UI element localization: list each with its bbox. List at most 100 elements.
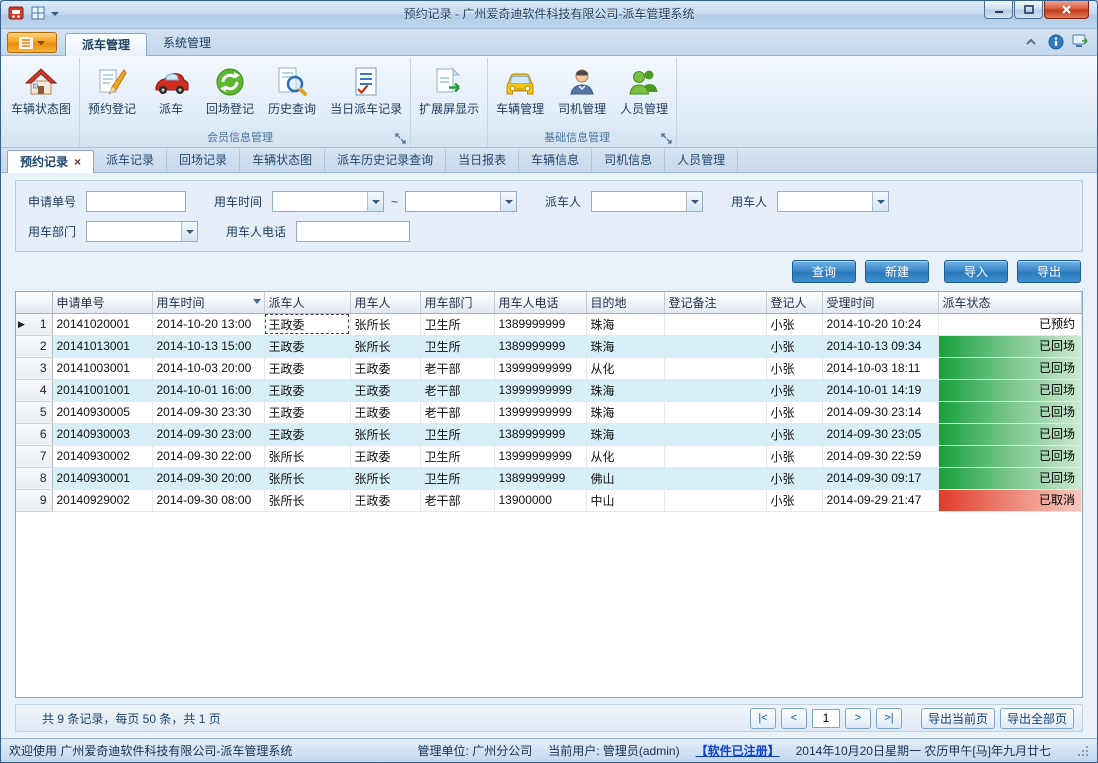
tab-driver-info[interactable]: 司机信息 bbox=[592, 149, 665, 172]
export-all-pages-button[interactable]: 导出全部页 bbox=[1000, 708, 1074, 729]
chevron-down-icon[interactable] bbox=[181, 222, 197, 241]
info-icon[interactable] bbox=[1047, 33, 1064, 50]
ribbon-group-label: 会员信息管理 bbox=[81, 130, 409, 147]
request-no-input[interactable] bbox=[86, 191, 186, 212]
focused-cell[interactable]: 王政委 bbox=[264, 313, 350, 335]
dialog-launcher-icon[interactable] bbox=[395, 133, 407, 145]
department-combo[interactable] bbox=[86, 221, 198, 242]
column-header-remark[interactable]: 登记备注 bbox=[664, 292, 766, 313]
next-page-button[interactable]: > bbox=[845, 708, 871, 729]
vehicle-management-button[interactable]: 车辆管理 bbox=[489, 58, 551, 130]
tab-reservation-records[interactable]: 预约记录 × bbox=[7, 150, 94, 173]
page-number-input[interactable] bbox=[812, 709, 840, 728]
today-dispatch-records-button[interactable]: 当日派车记录 bbox=[323, 58, 409, 130]
use-time-from-combo[interactable] bbox=[272, 191, 384, 212]
ribbon-collapse-icon[interactable] bbox=[1022, 33, 1039, 50]
chevron-down-icon[interactable] bbox=[500, 192, 516, 211]
driver-management-button[interactable]: 司机管理 bbox=[551, 58, 613, 130]
filter-dropdown-icon[interactable] bbox=[253, 299, 261, 304]
vehicle-status-chart-button[interactable]: 车辆状态图 bbox=[4, 58, 78, 130]
tab-return-records[interactable]: 回场记录 bbox=[167, 149, 240, 172]
status-badge: 已回场 bbox=[939, 446, 1082, 467]
dialog-launcher-icon[interactable] bbox=[661, 133, 673, 145]
extended-screen-button[interactable]: 扩展屏显示 bbox=[412, 58, 486, 130]
column-header-request-no[interactable]: 申请单号 bbox=[52, 292, 152, 313]
chevron-down-icon[interactable] bbox=[367, 192, 383, 211]
table-row[interactable]: 2 20141013001 2014-10-13 15:00 王政委 张所长 卫… bbox=[16, 335, 1082, 357]
tab-personnel-management[interactable]: 人员管理 bbox=[665, 149, 738, 172]
document-tab-bar: 预约记录 × 派车记录 回场记录 车辆状态图 派车历史记录查询 当日报表 车辆信… bbox=[1, 148, 1097, 173]
screen-switch-icon[interactable] bbox=[1072, 33, 1089, 50]
ribbon-tab-dispatch-management[interactable]: 派车管理 bbox=[65, 33, 147, 56]
user-label: 用车人 bbox=[731, 193, 767, 210]
pencil-icon bbox=[95, 62, 129, 102]
table-row[interactable]: 5 20140930005 2014-09-30 23:30 王政委 王政委 老… bbox=[16, 401, 1082, 423]
user-phone-input[interactable] bbox=[296, 221, 410, 242]
history-query-button[interactable]: 历史查询 bbox=[261, 58, 323, 130]
table-row[interactable]: 8 20140930001 2014-09-30 20:00 张所长 张所长 卫… bbox=[16, 467, 1082, 489]
request-no-label: 申请单号 bbox=[28, 193, 76, 210]
minimize-button[interactable] bbox=[984, 1, 1013, 19]
tab-daily-report[interactable]: 当日报表 bbox=[446, 149, 519, 172]
column-header-dispatch-status[interactable]: 派车状态 bbox=[938, 292, 1082, 313]
application-menu-button[interactable] bbox=[7, 32, 57, 53]
chevron-down-icon[interactable] bbox=[872, 192, 888, 211]
column-header-user-phone[interactable]: 用车人电话 bbox=[494, 292, 586, 313]
first-page-button[interactable]: |< bbox=[750, 708, 776, 729]
close-tab-icon[interactable]: × bbox=[74, 151, 81, 173]
department-label: 用车部门 bbox=[28, 223, 76, 240]
tab-dispatch-history-query[interactable]: 派车历史记录查询 bbox=[325, 149, 446, 172]
column-header-department[interactable]: 用车部门 bbox=[420, 292, 494, 313]
user-combo[interactable] bbox=[777, 191, 889, 212]
use-time-to-combo[interactable] bbox=[405, 191, 517, 212]
column-header-destination[interactable]: 目的地 bbox=[586, 292, 664, 313]
grid-footer: 共 9 条记录，每页 50 条，共 1 页 |< < > >| 导出当前页 导出… bbox=[15, 704, 1083, 732]
new-button[interactable]: 新建 bbox=[865, 260, 929, 283]
close-button[interactable] bbox=[1044, 1, 1089, 19]
title-bar[interactable]: 预约记录 - 广州爱奇迪软件科技有限公司-派车管理系统 bbox=[1, 1, 1097, 29]
export-button[interactable]: 导出 bbox=[1017, 260, 1081, 283]
license-link[interactable]: 【软件已注册】 bbox=[696, 742, 780, 759]
import-button[interactable]: 导入 bbox=[944, 260, 1008, 283]
dispatch-button[interactable]: 派车 bbox=[143, 58, 199, 130]
maximize-button[interactable] bbox=[1014, 1, 1043, 19]
ribbon-group-basic-info: 车辆管理 司机管理 人员管理 基础信息管理 bbox=[488, 58, 677, 147]
ribbon-group-label bbox=[4, 130, 78, 147]
table-row[interactable]: 9 20140929002 2014-09-30 08:00 张所长 王政委 老… bbox=[16, 489, 1082, 511]
records-table: 申请单号 用车时间 派车人 用车人 用车部门 用车人电话 目的地 登记备注 登记… bbox=[16, 292, 1082, 512]
table-row[interactable]: 7 20140930002 2014-09-30 22:00 张所长 王政委 卫… bbox=[16, 445, 1082, 467]
table-row[interactable]: ▶1 20141020001 2014-10-20 13:00 王政委 张所长 … bbox=[16, 313, 1082, 335]
ribbon-tab-system-management[interactable]: 系统管理 bbox=[147, 32, 227, 55]
status-badge: 已回场 bbox=[939, 358, 1082, 379]
action-button-row: 查询 新建 导入 导出 bbox=[15, 260, 1081, 283]
table-row[interactable]: 6 20140930003 2014-09-30 23:00 王政委 张所长 卫… bbox=[16, 423, 1082, 445]
reservation-register-button[interactable]: 预约登记 bbox=[81, 58, 143, 130]
chevron-down-icon[interactable] bbox=[686, 192, 702, 211]
dispatcher-label: 派车人 bbox=[545, 193, 581, 210]
ribbon-group-label bbox=[412, 130, 486, 147]
table-row[interactable]: 3 20141003001 2014-10-03 20:00 王政委 王政委 老… bbox=[16, 357, 1082, 379]
column-header-use-time[interactable]: 用车时间 bbox=[152, 292, 264, 313]
date-text: 2014年10月20日星期一 农历甲午[马]年九月廿七 bbox=[796, 742, 1051, 759]
ribbon-group-extended-screen: 扩展屏显示 bbox=[411, 58, 488, 147]
export-current-page-button[interactable]: 导出当前页 bbox=[921, 708, 995, 729]
column-header-dispatcher[interactable]: 派车人 bbox=[264, 292, 350, 313]
column-header-registrar[interactable]: 登记人 bbox=[766, 292, 822, 313]
column-header-accept-time[interactable]: 受理时间 bbox=[822, 292, 938, 313]
ribbon: 车辆状态图 预约登记 派车 bbox=[1, 56, 1097, 148]
prev-page-button[interactable]: < bbox=[781, 708, 807, 729]
dispatcher-combo[interactable] bbox=[591, 191, 703, 212]
table-row[interactable]: 4 20141001001 2014-10-01 16:00 王政委 王政委 老… bbox=[16, 379, 1082, 401]
current-row-arrow: ▶ bbox=[18, 319, 25, 330]
people-icon bbox=[627, 62, 661, 102]
last-page-button[interactable]: >| bbox=[876, 708, 902, 729]
tab-dispatch-records[interactable]: 派车记录 bbox=[94, 149, 167, 172]
resize-grip[interactable] bbox=[1077, 745, 1089, 757]
tab-vehicle-info[interactable]: 车辆信息 bbox=[519, 149, 592, 172]
column-header-user[interactable]: 用车人 bbox=[350, 292, 420, 313]
return-register-button[interactable]: 回场登记 bbox=[199, 58, 261, 130]
query-button[interactable]: 查询 bbox=[792, 260, 856, 283]
personnel-management-button[interactable]: 人员管理 bbox=[613, 58, 675, 130]
tab-vehicle-status-chart[interactable]: 车辆状态图 bbox=[240, 149, 325, 172]
status-badge: 已回场 bbox=[939, 424, 1082, 445]
